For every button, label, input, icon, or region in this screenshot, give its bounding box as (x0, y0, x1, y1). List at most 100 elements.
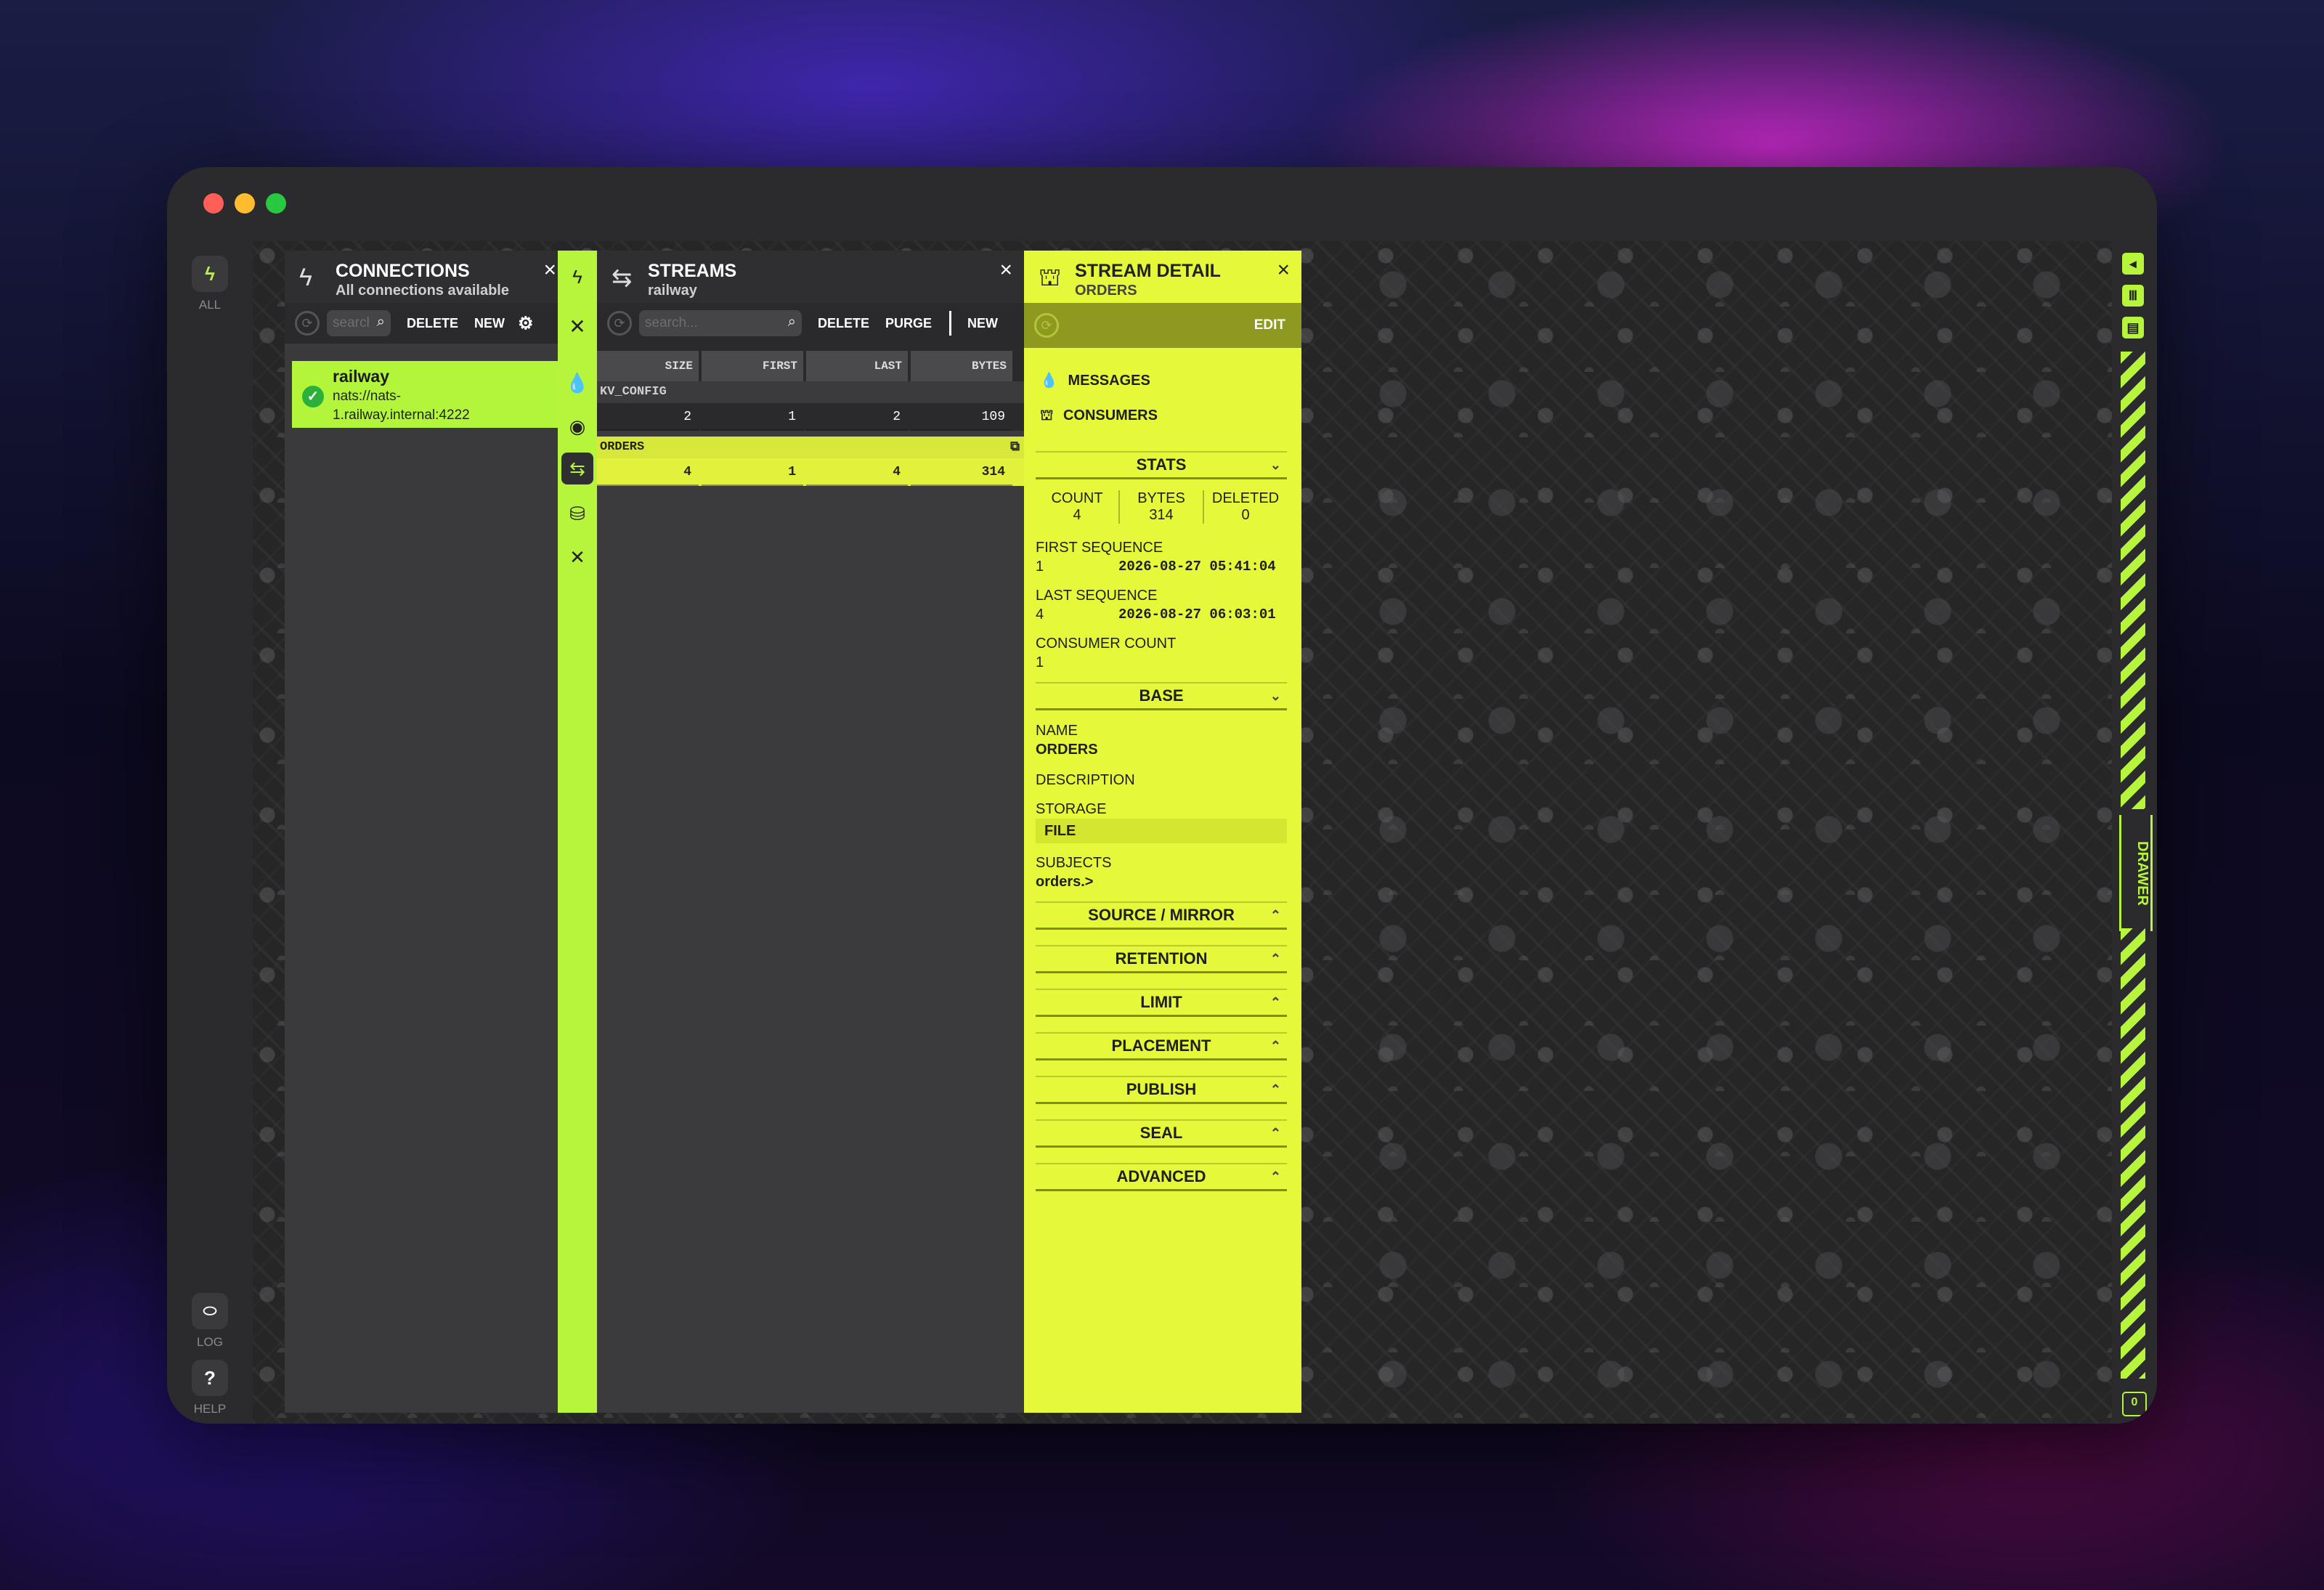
drawer-toggle[interactable]: DRAWER (2119, 815, 2153, 931)
drawer-count-badge[interactable]: 0 (2122, 1392, 2147, 1416)
right-rail: ◂ Ⅲ ▤ DRAWER 0 (2112, 241, 2157, 1424)
section-title: ADVANCED (1116, 1167, 1206, 1185)
limit-section-header[interactable]: LIMIT ⌃ (1036, 989, 1287, 1017)
maximize-window-button[interactable] (266, 193, 286, 214)
window-icon[interactable]: ▤ (2122, 317, 2144, 338)
new-button[interactable]: NEW (967, 316, 998, 331)
retention-section-header[interactable]: RETENTION ⌃ (1036, 945, 1287, 973)
streams-icon[interactable]: ⇆ (561, 453, 593, 484)
first-sequence-value: 1 (1036, 559, 1044, 575)
column-header[interactable]: BYTES (911, 351, 1012, 381)
refresh-icon[interactable]: ⟳ (607, 311, 632, 336)
nav-all[interactable]: ϟ ALL (167, 256, 253, 312)
chevron-up-icon: ⌃ (1269, 995, 1281, 1010)
storage-label: STORAGE (1036, 801, 1107, 817)
messages-link[interactable]: 💧 MESSAGES (1040, 371, 1150, 389)
column-header[interactable]: SIZE (597, 351, 699, 381)
advanced-section-header[interactable]: ADVANCED ⌃ (1036, 1163, 1287, 1191)
purge-button[interactable]: PURGE (885, 316, 932, 331)
stream-bytes: 109 (911, 403, 1012, 431)
streams-subtitle: railway (648, 283, 697, 299)
column-header[interactable]: FIRST (702, 351, 803, 381)
last-sequence-value: 4 (1036, 607, 1044, 622)
eye-icon[interactable]: ◉ (561, 410, 593, 442)
check-icon: ✓ (302, 386, 324, 407)
detail-toolbar: ⟳ EDIT (1024, 303, 1301, 348)
seal-section-header[interactable]: SEAL ⌃ (1036, 1119, 1287, 1148)
lightning-icon[interactable]: ϟ (561, 261, 593, 293)
nav-all-label: ALL (198, 298, 222, 312)
consumer-count-label: CONSUMER COUNT (1036, 636, 1177, 652)
streams-search-input[interactable]: search... ⌕ (639, 310, 802, 336)
lightning-icon: ϟ (299, 264, 312, 291)
nav-log[interactable]: ⬭ LOG (167, 1293, 253, 1350)
publish-section-header[interactable]: PUBLISH ⌃ (1036, 1076, 1287, 1104)
edit-button[interactable]: EDIT (1254, 317, 1285, 333)
placement-section-header[interactable]: PLACEMENT ⌃ (1036, 1032, 1287, 1060)
chevron-down-icon: ⌄ (1269, 458, 1281, 472)
connection-name: railway (333, 367, 389, 386)
connections-search-input[interactable]: search... ⌕ (327, 310, 391, 336)
table-row[interactable]: ORDERS ⧉ 4 1 4 314 (597, 437, 1024, 486)
consumers-link[interactable]: ⛫ CONSUMERS (1040, 407, 1158, 426)
messages-label: MESSAGES (1068, 373, 1150, 389)
close-window-button[interactable] (203, 193, 224, 214)
stat-label: COUNT (1051, 490, 1103, 506)
stream-bytes: 314 (911, 458, 1012, 486)
storage-select[interactable]: FILE (1036, 819, 1287, 843)
detail-subtitle: ORDERS (1075, 283, 1137, 299)
stream-detail-icon: ⛫ (1039, 264, 1062, 291)
nav-help[interactable]: ? HELP (167, 1360, 253, 1416)
arrow-left-icon[interactable]: ◂ (2122, 253, 2144, 275)
refresh-icon[interactable]: ⟳ (295, 311, 320, 336)
last-sequence-time: 2026-08-27 06:03:01 (1118, 607, 1276, 622)
connections-toolbar: ⟳ search... ⌕ DELETE NEW ⚙ (285, 303, 568, 344)
connection-item[interactable]: ✓ railway nats://nats-1.railway.internal… (292, 361, 562, 428)
app-window: ϟ ALL ⬭ LOG ? HELP ϟ CONNECTIONS All con… (167, 167, 2157, 1424)
search-icon: ⌕ (376, 314, 385, 330)
section-title: SOURCE / MIRROR (1088, 906, 1235, 924)
delete-button[interactable]: DELETE (818, 316, 869, 331)
shuffle-icon[interactable]: ✕ (561, 541, 593, 573)
minimize-window-button[interactable] (235, 193, 255, 214)
nav-help-label: HELP (193, 1402, 227, 1416)
database-icon[interactable]: ⛁ (561, 498, 593, 530)
column-header[interactable]: LAST (806, 351, 908, 381)
copy-icon[interactable]: ⧉ (1010, 437, 1020, 458)
gear-icon[interactable]: ⚙ (518, 313, 534, 334)
close-strip-button[interactable]: ✕ (561, 310, 593, 342)
pill-icon: ⬭ (192, 1293, 228, 1329)
close-icon[interactable]: × (1277, 258, 1290, 283)
subjects-value: orders.> (1036, 874, 1094, 890)
stats-section-header[interactable]: STATS ⌄ (1036, 451, 1287, 479)
chevron-down-icon: ⌄ (1269, 689, 1281, 703)
connections-title: CONNECTIONS (336, 261, 470, 281)
refresh-icon[interactable]: ⟳ (1034, 313, 1059, 338)
section-title: RETENTION (1115, 949, 1208, 968)
new-button[interactable]: NEW (474, 316, 505, 331)
detail-header: ⛫ STREAM DETAIL ORDERS × (1024, 251, 1301, 303)
stat-deleted: DELETED 0 (1204, 490, 1287, 524)
stream-name: KV_CONFIG (597, 381, 1024, 403)
drops-icon[interactable]: 💧 (561, 367, 593, 399)
stream-detail-panel: ⛫ STREAM DETAIL ORDERS × ⟳ EDIT 💧 MESSAG… (1024, 251, 1301, 1413)
table-row[interactable]: KV_CONFIG 2 1 2 109 (597, 381, 1024, 431)
search-placeholder: search... (333, 315, 369, 330)
close-icon[interactable]: × (543, 258, 556, 283)
columns-icon[interactable]: Ⅲ (2122, 285, 2144, 307)
delete-button[interactable]: DELETE (407, 316, 458, 331)
close-icon[interactable]: × (999, 258, 1012, 283)
source-mirror-section-header[interactable]: SOURCE / MIRROR ⌃ (1036, 901, 1287, 930)
streams-title: STREAMS (648, 261, 737, 281)
chevron-up-icon: ⌃ (1269, 908, 1281, 922)
stats-title: STATS (1136, 455, 1187, 474)
stat-value: 0 (1241, 507, 1250, 523)
streams-panel: ⇆ STREAMS railway × ⟳ search... ⌕ DELETE… (597, 251, 1024, 1413)
base-section-header[interactable]: BASE ⌄ (1036, 682, 1287, 710)
nav-log-label: LOG (197, 1335, 223, 1349)
stat-bytes: BYTES 314 (1120, 490, 1204, 524)
base-title: BASE (1139, 686, 1184, 705)
connections-header: ϟ CONNECTIONS All connections available … (285, 251, 568, 303)
lightning-icon: ϟ (192, 256, 228, 292)
name-value: ORDERS (1036, 742, 1098, 758)
